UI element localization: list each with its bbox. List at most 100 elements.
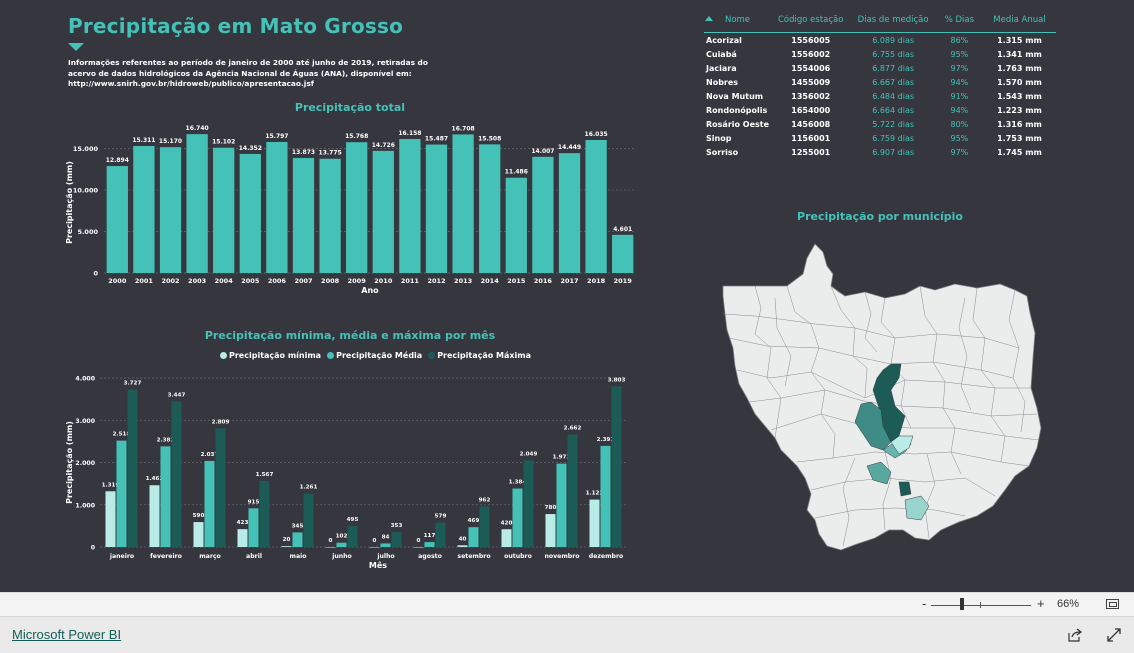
bar-abril-1[interactable] [248, 508, 259, 547]
bar-fevereiro-2[interactable] [171, 401, 182, 547]
bar-2013[interactable] [452, 134, 474, 273]
bar-outubro-2[interactable] [523, 460, 534, 547]
bar-março-2[interactable] [215, 428, 226, 547]
bar-junho-2[interactable] [347, 526, 358, 547]
bar-2002[interactable] [159, 147, 182, 273]
monthly-precipitation-chart[interactable]: 01.0002.0003.0004.0001.3192.5183.727jane… [58, 370, 648, 570]
fullscreen-icon[interactable] [1106, 627, 1122, 643]
zoom-slider-track[interactable] [931, 605, 1031, 606]
bar-2011[interactable] [399, 138, 421, 273]
bar-dezembro-1[interactable] [600, 445, 611, 547]
bar-novembro-2[interactable] [567, 434, 578, 547]
annual-precipitation-chart[interactable]: 0 5.000 10.000 15.000 12.894 2000 15.311 2001 15… [58, 118, 648, 300]
title-chevron-down-icon[interactable] [68, 43, 84, 51]
bar-2009[interactable] [346, 142, 368, 273]
column-header-pct[interactable]: % Dias [935, 12, 983, 33]
bar-setembro-2[interactable] [479, 506, 490, 547]
data-label: 20 [283, 537, 291, 543]
bar-abril-0[interactable] [237, 529, 248, 547]
bar-novembro-1[interactable] [556, 463, 567, 547]
table-row[interactable]: Nova Mutum 1356002 6.484 dias 91% 1.543 mm [704, 89, 1056, 103]
bar-maio-0[interactable] [281, 546, 292, 547]
data-label: 0 [329, 538, 333, 544]
bar-agosto-1[interactable] [424, 542, 435, 547]
bar-2001[interactable] [133, 146, 155, 273]
table-row[interactable]: Nobres 1455009 6.667 dias 94% 1.570 mm [704, 75, 1056, 89]
bar-novembro-0[interactable] [545, 514, 556, 547]
x-tick-label: 2002 [161, 277, 179, 285]
column-header-nome[interactable]: Nome [704, 12, 772, 33]
bar-2000[interactable] [106, 166, 128, 273]
column-header-codigo[interactable]: Código estação [771, 12, 851, 33]
bar-dezembro-0[interactable] [589, 499, 600, 547]
bar-janeiro-0[interactable] [105, 491, 116, 547]
fit-to-page-icon[interactable] [1106, 599, 1119, 609]
column-header-media[interactable]: Media Anual [982, 12, 1056, 33]
bar-junho-0[interactable] [325, 547, 336, 548]
table-row[interactable]: Jaciara 1554006 6.877 dias 97% 1.763 mm [704, 61, 1056, 75]
bar-2012[interactable] [425, 144, 448, 273]
bar-2004[interactable] [213, 147, 235, 273]
bar-2007[interactable] [292, 157, 315, 273]
zoom-out-button[interactable]: - [922, 596, 926, 611]
zoom-in-button[interactable]: + [1037, 596, 1045, 611]
legend-item-max[interactable]: Precipitação Máxima [428, 351, 531, 360]
x-tick-label: dezembro [589, 553, 624, 560]
share-icon[interactable] [1067, 627, 1083, 643]
bar-2005[interactable] [239, 153, 261, 273]
bar-2015[interactable] [505, 177, 527, 273]
table-row[interactable]: Rondonópolis 1654000 6.664 dias 94% 1.223 mm [704, 103, 1056, 117]
bar-julho-2[interactable] [391, 532, 402, 547]
bar-abril-2[interactable] [259, 480, 270, 547]
bar-outubro-1[interactable] [512, 488, 523, 547]
bar-outubro-0[interactable] [501, 529, 512, 547]
legend-item-mean[interactable]: Precipitação Média [327, 351, 422, 360]
table-row[interactable]: Sinop 1156001 6.759 dias 95% 1.753 mm [704, 131, 1056, 145]
bar-setembro-1[interactable] [468, 527, 479, 547]
bar-dezembro-2[interactable] [611, 386, 622, 547]
bar-2018[interactable] [585, 140, 607, 273]
bar-agosto-2[interactable] [435, 522, 446, 547]
y-tick-label: 0 [91, 545, 96, 552]
bar-2008[interactable] [319, 158, 341, 273]
bar-2014[interactable] [479, 144, 501, 273]
y-tick-label: 10.000 [73, 187, 99, 195]
table-row[interactable]: Rosário Oeste 1456008 5.722 dias 80% 1.316 m… [704, 117, 1056, 131]
cell-codigo: 1156001 [791, 134, 831, 143]
region-jaciara[interactable] [898, 481, 912, 497]
cell-dias: 6.755 dias [872, 50, 915, 59]
bar-2019[interactable] [612, 234, 634, 273]
bar-março-1[interactable] [204, 460, 215, 547]
data-label: 15.508 [478, 135, 501, 142]
y-axis-title: Precipitação (mm) [65, 161, 74, 244]
bar-maio-2[interactable] [303, 493, 314, 547]
bar-julho-1[interactable] [380, 543, 391, 547]
bar-2016[interactable] [532, 156, 554, 273]
report-canvas: Precipitação em Mato Grosso Informações … [0, 0, 1134, 592]
table-row[interactable]: Acorizal 1556005 6.089 dias 86% 1.315 mm [704, 33, 1056, 48]
table-row[interactable]: Sorriso 1255001 6.907 dias 97% 1.745 mm [704, 145, 1056, 159]
cell-pct: 80% [950, 120, 969, 129]
bar-setembro-0[interactable] [457, 545, 468, 547]
bar-março-0[interactable] [193, 522, 204, 547]
bar-2006[interactable] [266, 141, 288, 273]
municipality-map[interactable] [715, 238, 1055, 558]
bar-2010[interactable] [372, 150, 394, 273]
bar-2017[interactable] [558, 153, 581, 273]
bar-fevereiro-1[interactable] [160, 446, 171, 547]
cell-codigo: 1556005 [791, 36, 831, 45]
bar-agosto-0[interactable] [413, 547, 424, 548]
column-header-dias[interactable]: Dias de medição [850, 12, 936, 33]
bar-2003[interactable] [186, 134, 208, 273]
data-label: 420 [501, 520, 513, 526]
table-row[interactable]: Cuiabá 1556002 6.755 dias 95% 1.341 mm [704, 47, 1056, 61]
zoom-slider-thumb[interactable] [960, 598, 964, 610]
bar-janeiro-1[interactable] [116, 440, 127, 547]
bar-junho-1[interactable] [336, 542, 347, 547]
bar-fevereiro-0[interactable] [149, 485, 160, 547]
bar-maio-1[interactable] [292, 532, 303, 547]
power-bi-link[interactable]: Microsoft Power BI [12, 627, 121, 642]
bar-julho-0[interactable] [369, 547, 380, 548]
legend-item-min[interactable]: Precipitação mínima [220, 351, 321, 360]
bar-janeiro-2[interactable] [127, 389, 138, 547]
